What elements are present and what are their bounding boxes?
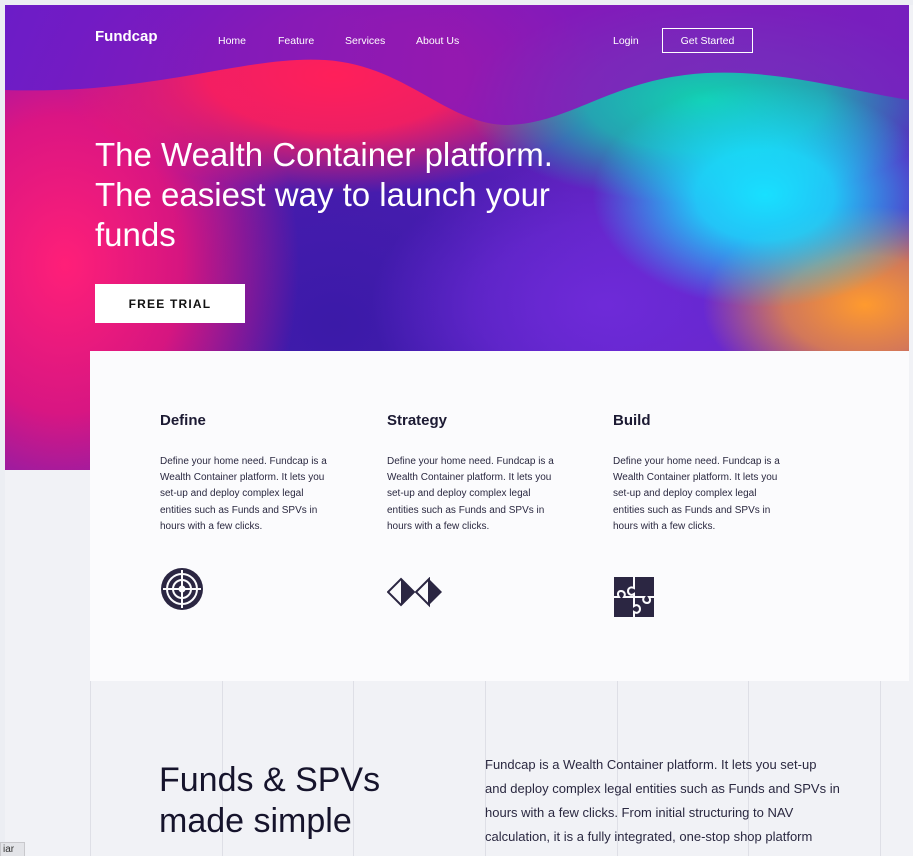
hero-title: The Wealth Container platform. The easie…: [95, 136, 553, 253]
grid-line: [90, 681, 91, 856]
get-started-button[interactable]: Get Started: [662, 28, 753, 53]
diamonds-icon: [387, 577, 442, 608]
brand-logo[interactable]: Fundcap: [95, 28, 158, 45]
features-card: Define Define your home need. Fundcap is…: [90, 351, 909, 681]
target-icon: [161, 568, 203, 610]
feature-description: Define your home need. Fundcap is a Weal…: [387, 456, 554, 532]
feature-title: Define: [160, 412, 206, 429]
funds-section-title: Funds & SPVs made simple: [159, 761, 381, 840]
feature-title: Strategy: [387, 412, 448, 429]
free-trial-button[interactable]: FREE TRIAL: [95, 284, 245, 323]
puzzle-icon: [614, 577, 654, 617]
funds-section-text: Fundcap is a Wealth Container platform. …: [485, 757, 840, 844]
nav-link-services[interactable]: Services: [345, 35, 385, 47]
corner-tab[interactable]: iar: [0, 842, 25, 856]
feature-title: Build: [613, 412, 651, 429]
nav-link-feature[interactable]: Feature: [278, 35, 314, 47]
nav-link-home[interactable]: Home: [218, 35, 246, 47]
feature-description: Define your home need. Fundcap is a Weal…: [160, 456, 327, 532]
login-link[interactable]: Login: [613, 35, 639, 47]
nav-link-about-us[interactable]: About Us: [416, 35, 459, 47]
grid-line: [880, 681, 881, 856]
feature-description: Define your home need. Fundcap is a Weal…: [613, 456, 780, 532]
